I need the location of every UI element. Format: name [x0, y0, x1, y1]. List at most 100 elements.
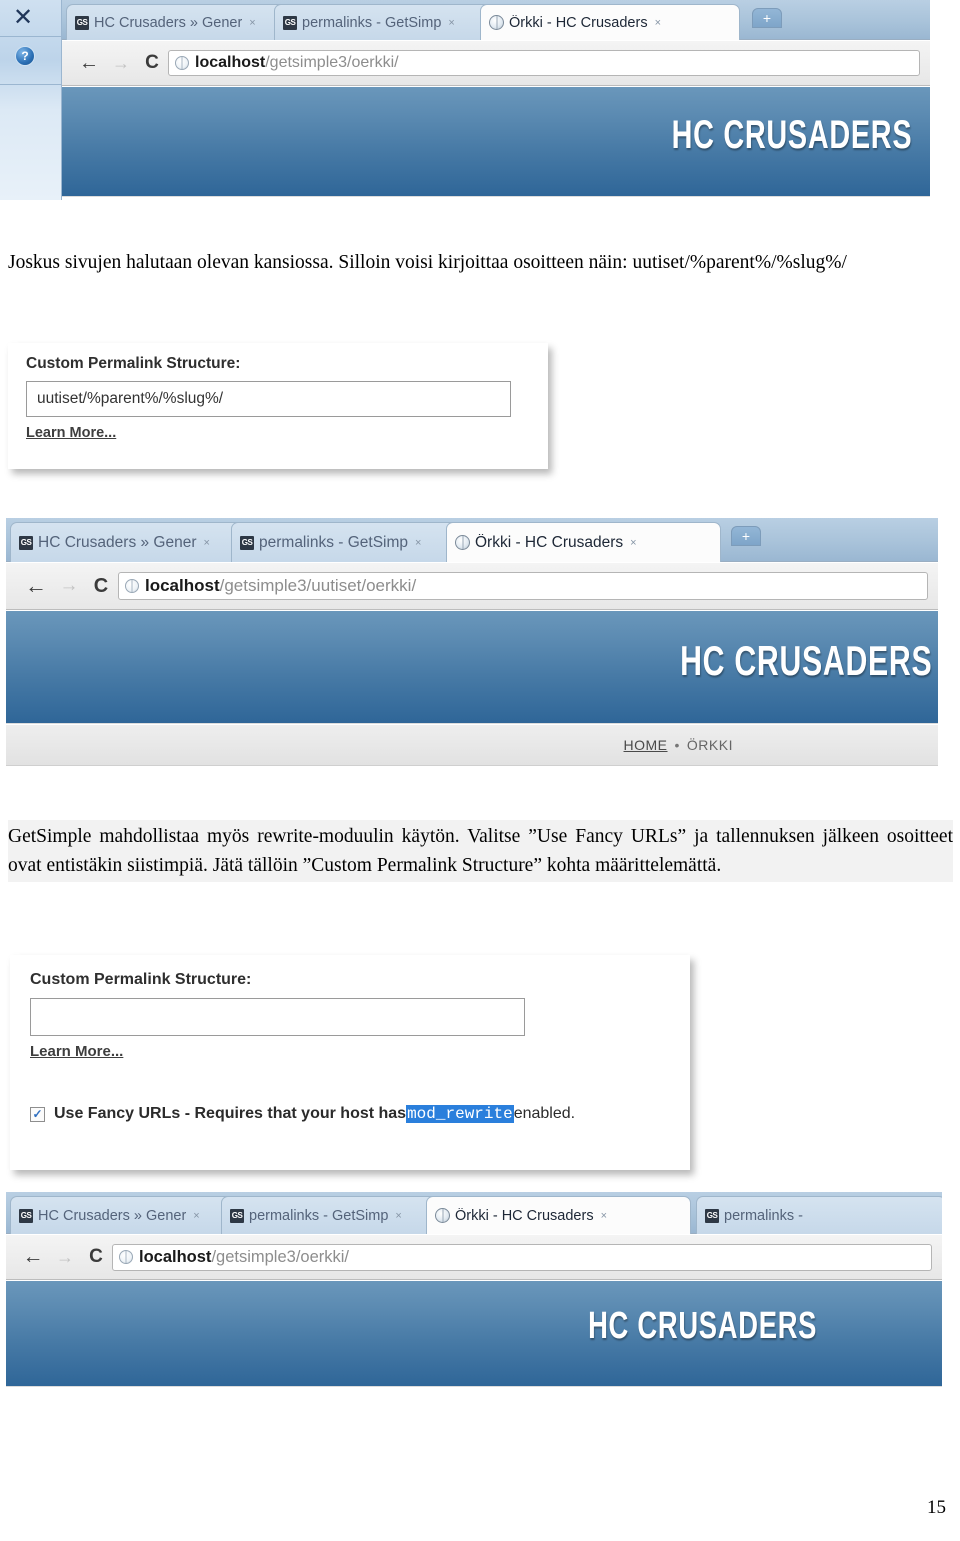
- permalink-settings-panel-2: Custom Permalink Structure: Learn More..…: [10, 955, 690, 1170]
- custom-permalink-structure-input[interactable]: [30, 998, 525, 1036]
- back-icon[interactable]: ←: [18, 573, 54, 599]
- site-header-2: HC CRUSADERS: [6, 611, 938, 724]
- site-logo: HC CRUSADERS: [671, 113, 912, 157]
- custom-permalink-structure-input[interactable]: uutiset/%parent%/%slug%/: [26, 381, 511, 417]
- mod-rewrite-highlight: mod_rewrite: [406, 1105, 514, 1123]
- browser-toolbar-3: ← → C localhost /getsimple3/oerkki/: [6, 1235, 942, 1280]
- getsimple-favicon-icon: GS: [75, 15, 89, 30]
- tab-permalinks-second[interactable]: GS permalinks -: [696, 1196, 942, 1234]
- tab-strip-3: GS HC Crusaders » Gener × GS permalinks …: [6, 1192, 942, 1234]
- page-info-globe-icon: [119, 1250, 133, 1264]
- getsimple-favicon-icon: GS: [230, 1208, 244, 1223]
- browser-toolbar-1: ← → C localhost /getsimple3/oerkki/: [62, 41, 930, 86]
- back-icon[interactable]: ←: [16, 1245, 50, 1269]
- url-host: localhost: [145, 576, 220, 595]
- tab-label: HC Crusaders » Gener: [38, 533, 197, 551]
- forward-icon[interactable]: →: [50, 1247, 80, 1268]
- tab-label: Örkki - HC Crusaders: [509, 14, 648, 31]
- getsimple-favicon-icon: GS: [705, 1208, 719, 1223]
- use-fancy-urls-text-after: enabled.: [513, 1105, 576, 1122]
- reload-icon[interactable]: C: [84, 575, 118, 598]
- browser-screenshot-1: ✕ ? GS HC Crusaders » Gener × GS permali…: [0, 0, 930, 200]
- paragraph-1: Joskus sivujen halutaan olevan kansiossa…: [8, 252, 847, 273]
- help-icon[interactable]: ?: [16, 47, 34, 65]
- tab-label: permalinks - GetSimp: [259, 533, 409, 551]
- paragraph-2: GetSimple mahdollistaa myös rewrite-modu…: [8, 820, 953, 882]
- tab-close-icon[interactable]: ×: [193, 1210, 199, 1222]
- getsimple-favicon-icon: GS: [283, 15, 297, 30]
- browser-screenshot-3: GS HC Crusaders » Gener × GS permalinks …: [6, 1192, 942, 1387]
- tab-close-icon[interactable]: ×: [395, 1210, 401, 1222]
- tab-close-icon[interactable]: ×: [630, 537, 636, 549]
- tab-label: permalinks - GetSimp: [302, 14, 442, 31]
- tab-strip-2: GS HC Crusaders » Gener × GS permalinks …: [6, 518, 938, 562]
- use-fancy-urls-text-before: Use Fancy URLs - Requires that your host…: [54, 1105, 407, 1122]
- page-info-globe-icon: [175, 56, 189, 70]
- tab-label: HC Crusaders » Gener: [94, 14, 243, 31]
- url-path: /getsimple3/uutiset/oerkki/: [219, 576, 417, 595]
- tab-strip-1: GS HC Crusaders » Gener × GS permalinks …: [62, 0, 930, 40]
- custom-permalink-structure-label: Custom Permalink Structure:: [26, 355, 241, 372]
- tab-close-icon[interactable]: ×: [655, 17, 661, 29]
- tab-close-icon[interactable]: ×: [249, 17, 255, 29]
- address-bar[interactable]: localhost /getsimple3/uutiset/oerkki/: [118, 572, 928, 600]
- permalink-settings-panel-1: Custom Permalink Structure: uutiset/%par…: [8, 343, 548, 469]
- url-host: localhost: [195, 54, 266, 71]
- tab-hc-crusaders-general[interactable]: GS HC Crusaders » Gener ×: [10, 522, 265, 562]
- browser-window-3: GS HC Crusaders » Gener × GS permalinks …: [6, 1192, 942, 1387]
- window-side-strip-1: ✕ ?: [0, 0, 62, 200]
- use-fancy-urls-checkbox[interactable]: ✓: [30, 1106, 45, 1122]
- tab-permalinks-getsimple[interactable]: GS permalinks - GetSimp ×: [274, 4, 514, 40]
- tab-hc-crusaders-general[interactable]: GS HC Crusaders » Gener ×: [10, 1196, 255, 1234]
- learn-more-link[interactable]: Learn More...: [26, 425, 116, 441]
- back-icon[interactable]: ←: [72, 52, 106, 75]
- address-bar[interactable]: localhost /getsimple3/oerkki/: [168, 50, 920, 76]
- learn-more-link[interactable]: Learn More...: [30, 1043, 123, 1060]
- site-header-3: HC CRUSADERS: [6, 1281, 942, 1387]
- new-tab-button[interactable]: +: [752, 8, 782, 28]
- tab-label: HC Crusaders » Gener: [38, 1207, 187, 1224]
- tab-label: Örkki - HC Crusaders: [455, 1207, 594, 1224]
- tab-close-icon[interactable]: ×: [204, 537, 210, 549]
- browser-screenshot-2: GS HC Crusaders » Gener × GS permalinks …: [6, 518, 938, 773]
- site-logo: HC CRUSADERS: [679, 637, 932, 684]
- tab-label: permalinks -: [724, 1207, 803, 1224]
- tab-close-icon[interactable]: ×: [448, 17, 454, 29]
- nav-link-orkki[interactable]: ÖRKKI: [687, 737, 733, 753]
- custom-permalink-structure-label: Custom Permalink Structure:: [30, 971, 252, 988]
- tab-label: permalinks - GetSimp: [249, 1207, 389, 1224]
- browser-window-2: GS HC Crusaders » Gener × GS permalinks …: [6, 518, 938, 773]
- page-globe-icon: [489, 15, 504, 30]
- nav-separator: •: [674, 737, 680, 753]
- site-logo: HC CRUSADERS: [587, 1305, 817, 1347]
- tab-orkki-hc-crusaders[interactable]: Örkki - HC Crusaders ×: [480, 4, 740, 40]
- getsimple-favicon-icon: GS: [19, 1208, 33, 1223]
- url-path: /getsimple3/oerkki/: [265, 54, 399, 71]
- site-header-1: HC CRUSADERS: [62, 87, 930, 197]
- tab-close-icon[interactable]: ×: [601, 1210, 607, 1222]
- new-tab-button[interactable]: +: [731, 526, 761, 546]
- page-globe-icon: [455, 535, 470, 550]
- tab-hc-crusaders-general[interactable]: GS HC Crusaders » Gener ×: [66, 4, 306, 40]
- use-fancy-urls-row[interactable]: ✓ Use Fancy URLs - Requires that your ho…: [30, 1105, 575, 1123]
- browser-toolbar-2: ← → C localhost /getsimple3/uutiset/oerk…: [6, 563, 938, 610]
- page-info-globe-icon: [125, 579, 139, 593]
- address-bar[interactable]: localhost /getsimple3/oerkki/: [112, 1243, 932, 1271]
- url-path: /getsimple3/oerkki/: [211, 1247, 349, 1266]
- reload-icon[interactable]: C: [136, 52, 168, 74]
- tab-orkki-hc-crusaders[interactable]: Örkki - HC Crusaders ×: [446, 522, 721, 562]
- nav-link-home[interactable]: HOME: [624, 737, 668, 753]
- tab-orkki-hc-crusaders[interactable]: Örkki - HC Crusaders ×: [426, 1196, 691, 1234]
- reload-icon[interactable]: C: [80, 1246, 112, 1268]
- page-globe-icon: [435, 1208, 450, 1223]
- getsimple-favicon-icon: GS: [240, 535, 254, 550]
- page-number: 15: [927, 1497, 946, 1518]
- forward-icon[interactable]: →: [54, 575, 84, 597]
- url-host: localhost: [139, 1247, 212, 1266]
- browser-window-1: ✕ ? GS HC Crusaders » Gener × GS permali…: [0, 0, 930, 200]
- site-nav-2: HOME • ÖRKKI: [6, 724, 938, 766]
- window-close-icon[interactable]: ✕: [8, 4, 38, 32]
- getsimple-favicon-icon: GS: [19, 535, 33, 550]
- tab-close-icon[interactable]: ×: [415, 537, 421, 549]
- forward-icon[interactable]: →: [106, 53, 136, 74]
